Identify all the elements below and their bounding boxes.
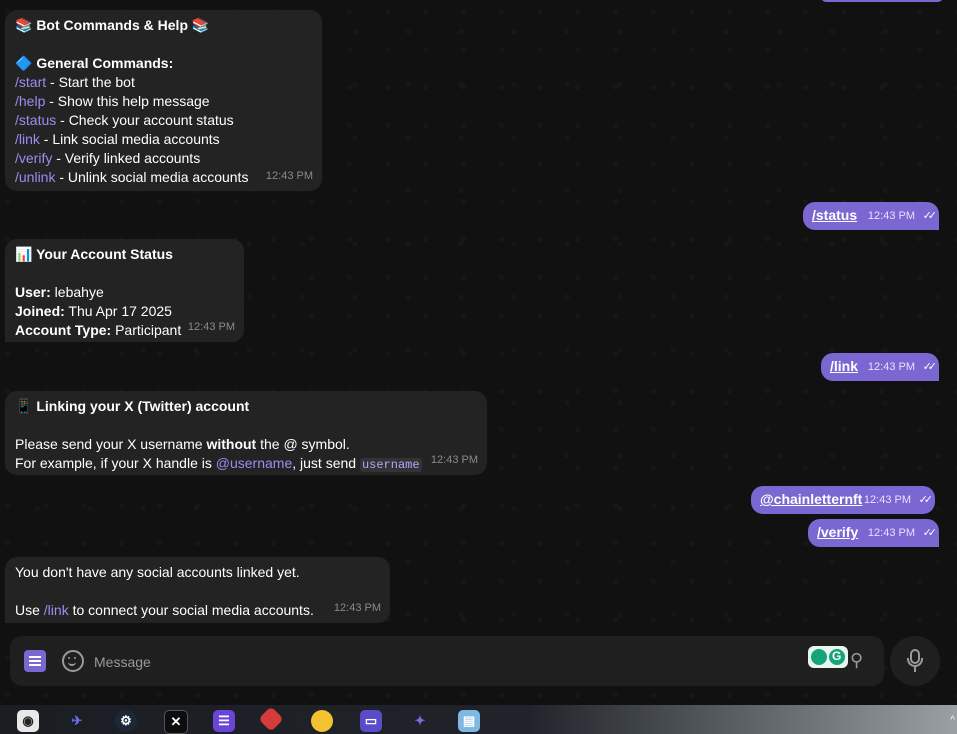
help-message: 📚 Bot Commands & Help 📚 🔷 General Comman… [5,10,322,191]
message-time: 12:43 PM [867,527,915,539]
double-check-icon: ✓✓ [922,210,938,222]
command-link-help[interactable]: /help [15,93,45,109]
command-desc: - Link social media accounts [39,131,220,147]
app-icon-1[interactable]: ◉ [17,710,39,732]
taskbar: ◉ ✈ ⚙ ✕ ☰ ▭ ✦ ▤ ^ [0,705,957,734]
double-check-icon: ✓✓ [922,527,938,539]
no-accounts-message: You don't have any social accounts linke… [5,557,390,623]
handle-mention-link[interactable]: @username [216,455,292,471]
text-part: the @ symbol. [256,436,350,452]
outgoing-message-status: /status 12:43 PM ✓✓ [803,202,939,230]
app-icon-7[interactable] [311,710,333,732]
command-desc: - Unlink social media accounts [55,169,249,185]
outgoing-message-verify: /verify 12:43 PM ✓✓ [808,519,939,547]
message-input[interactable] [92,650,796,674]
app-icon-9[interactable]: ✦ [409,710,431,732]
paperclip-icon[interactable]: ⚲ [850,650,870,670]
app-icon-5[interactable]: ☰ [213,710,235,732]
text-emphasis: without [206,436,257,452]
message-time: 12:43 PM [187,321,235,333]
emoji-icon[interactable] [62,650,84,672]
help-command-row: /link - Link social media accounts [15,130,312,149]
text-part: Use [15,602,44,618]
outgoing-message-handle: @chainletternft 12:43 PM ✓✓ [751,486,935,514]
double-check-icon: ✓✓ [918,494,934,506]
field-label: Account Type: [15,322,112,338]
status-user-row: User: lebahye [15,283,234,302]
linking-instructions-message: 📱 Linking your X (Twitter) account Pleas… [5,391,487,475]
no-accounts-line-2: Use /link to connect your social media a… [15,601,380,620]
no-accounts-line-1: You don't have any social accounts linke… [15,564,300,580]
microphone-button[interactable] [890,636,940,686]
text-part: Please send your X username [15,436,207,452]
command-desc: - Verify linked accounts [52,150,201,166]
help-command-row: /verify - Verify linked accounts [15,149,312,168]
command-link-start[interactable]: /start [15,74,46,90]
status-title: 📊 Your Account Status [15,246,173,262]
app-icon-2[interactable]: ✈ [66,710,88,732]
help-command-row: /start - Start the bot [15,73,312,92]
command-link-link[interactable]: /link [15,131,40,147]
command-desc: - Check your account status [56,112,234,128]
steam-icon[interactable]: ⚙ [115,710,137,732]
field-label: User: [15,284,51,300]
command-desc: - Show this help message [45,93,210,109]
message-time: 12:43 PM [863,494,911,506]
message-time: 12:43 PM [430,454,478,466]
command-link-link[interactable]: /link [44,602,69,618]
field-value: lebahye [50,284,104,300]
linking-line-2: For example, if your X handle is @userna… [15,454,477,473]
account-status-message: 📊 Your Account Status User: lebahye Join… [5,239,244,342]
outgoing-message-link: /link 12:43 PM ✓✓ [821,353,939,381]
help-command-row: /status - Check your account status [15,111,312,130]
app-icon-8[interactable]: ▭ [360,710,382,732]
help-section-title: 🔷 General Commands: [15,55,174,71]
previous-outgoing-bubble [821,0,943,2]
text-part: to connect your social media accounts. [68,602,314,618]
field-label: Joined: [15,303,65,319]
help-title: 📚 Bot Commands & Help 📚 [15,17,210,33]
command-link-status[interactable]: /status [15,112,56,128]
text-part: , just send [292,455,360,471]
app-icon-10[interactable]: ▤ [458,710,480,732]
field-value: Thu Apr 17 2025 [64,303,172,319]
app-icon-6[interactable] [258,706,284,732]
linking-line-1: Please send your X username without the … [15,435,477,454]
grammarly-icon[interactable] [808,646,848,668]
app-icon-4[interactable]: ✕ [164,710,188,734]
message-time: 12:43 PM [265,170,313,182]
double-check-icon: ✓✓ [922,361,938,373]
message-time: 12:43 PM [867,210,915,222]
menu-icon[interactable] [24,650,46,672]
text-part: For example, if your X handle is [15,455,216,471]
message-time: 12:43 PM [333,602,381,614]
help-command-row: /help - Show this help message [15,92,312,111]
inline-code[interactable]: username [359,458,422,472]
command-link-verify[interactable]: /verify [15,150,52,166]
message-composer: ⚲ [10,636,884,686]
tray-caret-icon[interactable]: ^ [950,715,955,726]
linking-title: 📱 Linking your X (Twitter) account [15,398,250,414]
command-desc: - Start the bot [46,74,135,90]
field-value: Participant [111,322,182,338]
command-link-unlink[interactable]: /unlink [15,169,55,185]
message-time: 12:43 PM [867,361,915,373]
